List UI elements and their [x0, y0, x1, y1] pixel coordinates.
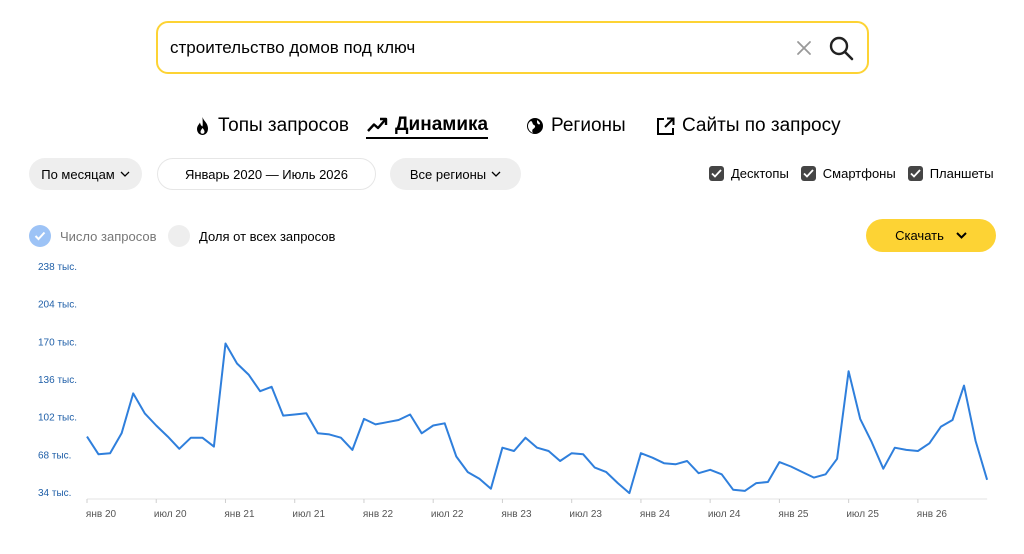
y-tick-label: 136 тыс. [38, 375, 77, 386]
tablet-label: Планшеты [929, 166, 994, 181]
desktop-checkbox[interactable]: Десктопы [709, 166, 789, 181]
y-axis: 34 тыс. 68 тыс. 102 тыс. 136 тыс. 170 тыс. 20… [38, 262, 77, 499]
y-tick-label: 204 тыс. [38, 300, 77, 311]
date-range-value: Январь 2020 — Июль 2026 [184, 166, 348, 182]
x-tick-label: июл 22 [431, 509, 464, 520]
x-axis: янв 20 июл 20 янв 21 июл 21 янв 22 июл 22 янв … [86, 499, 947, 520]
tab-label: Сайты по запросу [682, 115, 841, 136]
tab-label: Топы запросов [218, 115, 349, 136]
x-tick-label: янв 25 [778, 509, 809, 520]
y-tick-label: 34 тыс. [38, 488, 71, 499]
tab-regions[interactable]: Регионы [526, 112, 626, 140]
x-tick-label: янв 21 [224, 509, 255, 520]
tab-dynamics[interactable]: Динамика [366, 112, 489, 139]
clear-search-button[interactable] [790, 34, 818, 62]
date-range-picker[interactable]: Январь 2020 — Июль 2026 [157, 158, 376, 190]
x-tick-label: июл 25 [846, 509, 879, 520]
search-icon [829, 36, 854, 61]
trend-up-icon [367, 117, 388, 132]
tab-top-queries[interactable]: Топы запросов [194, 112, 349, 140]
metric-share-toggle[interactable]: Доля от всех запросов [168, 225, 335, 247]
radio-empty-icon [168, 225, 190, 247]
x-tick-label: янв 26 [917, 509, 948, 520]
y-tick-label: 238 тыс. [38, 262, 77, 273]
query-dynamics-chart: 34 тыс. 68 тыс. 102 тыс. 136 тыс. 170 тыс. 20… [38, 262, 989, 520]
tab-label: Регионы [551, 115, 626, 136]
x-tick-label: янв 22 [363, 509, 394, 520]
chevron-down-icon [956, 232, 967, 239]
x-tick-label: янв 20 [86, 509, 117, 520]
download-button[interactable]: Скачать [866, 219, 996, 252]
check-icon [29, 225, 51, 247]
chevron-down-icon [491, 171, 501, 177]
x-tick-label: июл 24 [708, 509, 741, 520]
download-label: Скачать [895, 228, 944, 243]
metric-count-label: Число запросов [60, 228, 157, 244]
series-line [86, 342, 989, 495]
period-group-value: По месяцам [41, 166, 115, 182]
close-icon [797, 41, 811, 55]
desktop-label: Десктопы [731, 166, 789, 181]
y-tick-label: 68 тыс. [38, 450, 71, 461]
search-button[interactable] [825, 32, 857, 64]
region-select[interactable]: Все регионы [390, 158, 521, 190]
region-value: Все регионы [409, 166, 487, 182]
smartphone-checkbox[interactable]: Смартфоны [800, 166, 896, 181]
x-tick-label: янв 23 [501, 509, 532, 520]
period-group-select[interactable]: По месяцам [29, 158, 142, 190]
x-tick-label: июл 21 [292, 509, 325, 520]
y-tick-label: 170 тыс. [38, 337, 77, 348]
checkbox-checked-icon [709, 166, 724, 181]
globe-icon [527, 118, 543, 134]
search-box [156, 21, 869, 74]
metric-share-label: Доля от всех запросов [199, 228, 336, 244]
tab-sites[interactable]: Сайты по запросу [656, 112, 841, 140]
search-input[interactable] [170, 31, 770, 64]
chevron-down-icon [120, 171, 130, 177]
metric-count-toggle[interactable]: Число запросов [29, 225, 156, 247]
checkbox-checked-icon [800, 166, 816, 181]
tab-label: Динамика [395, 113, 489, 135]
x-tick-label: июл 23 [569, 509, 602, 520]
x-tick-label: июл 20 [154, 509, 187, 520]
external-link-icon [657, 117, 675, 135]
smartphone-label: Смартфоны [822, 166, 896, 181]
checkbox-checked-icon [907, 166, 923, 181]
device-filters: Десктопы Смартфоны Планшеты [709, 166, 994, 181]
y-tick-label: 102 тыс. [38, 413, 77, 424]
fire-icon [197, 117, 208, 135]
tab-bar: Топы запросов Динамика Регионы Сайты по … [0, 112, 1024, 142]
x-tick-label: янв 24 [640, 509, 671, 520]
tablet-checkbox[interactable]: Планшеты [907, 166, 994, 181]
